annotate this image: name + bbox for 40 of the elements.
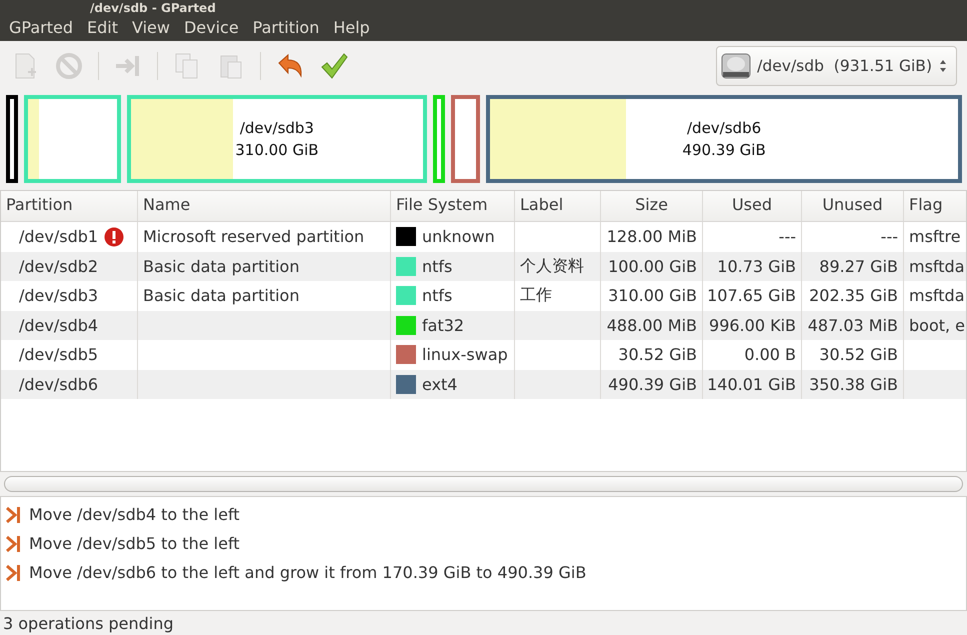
checkmark-icon[interactable] [319, 51, 349, 81]
partition-block[interactable]: /dev/sdb6 490.39 GiB [486, 95, 962, 183]
column-header[interactable]: Used [703, 191, 802, 221]
window-title: /dev/sdb - GParted [90, 2, 216, 14]
partition-block[interactable]: /dev/sdb3 310.00 GiB [126, 95, 428, 183]
partition-block[interactable] [6, 95, 18, 183]
menu-item[interactable]: Edit [80, 18, 125, 37]
file-system-text: ntfs [422, 286, 452, 306]
horizontal-scrollbar[interactable] [4, 476, 963, 492]
device-selector[interactable]: /dev/sdb (931.51 GiB) [716, 46, 957, 86]
column-header[interactable]: Partition [1, 191, 138, 221]
column-header[interactable]: Size [601, 191, 703, 221]
column-header[interactable]: Label [515, 191, 601, 221]
operation-text: Move /dev/sdb5 to the left [29, 534, 240, 553]
operation-icon [5, 562, 23, 582]
menu-item[interactable]: Partition [246, 18, 326, 37]
partition-label: /dev/sdb3 310.00 GiB [234, 118, 320, 161]
table-cell: 140.01 GiB [703, 370, 802, 399]
file-system-text: unknown [422, 227, 495, 246]
menu-item[interactable]: View [124, 18, 177, 37]
file-system-text: ntfs [422, 256, 452, 276]
table-cell: 490.39 GiB [601, 370, 703, 399]
column-header[interactable]: Flag [904, 191, 966, 221]
menu-item[interactable]: GParted [2, 18, 80, 37]
file-system-text: fat32 [422, 316, 464, 335]
menu-item[interactable]: Help [326, 18, 377, 37]
column-header[interactable]: File System [391, 191, 515, 221]
table-cell: /dev/sdb6 [1, 370, 138, 399]
operation-icon [5, 534, 23, 554]
column-header[interactable]: Name [138, 191, 391, 221]
table-cell: 350.38 GiB [802, 370, 904, 399]
menu-item[interactable]: Device [176, 18, 246, 37]
file-system-text: linux-swap [422, 345, 508, 364]
operation-icon [5, 504, 23, 524]
partition-label: /dev/sdb6 490.39 GiB [681, 118, 767, 161]
operation-text: Move /dev/sdb6 to the left and grow it from 170.39 GiB to 490.39 GiB [29, 563, 586, 582]
file-system-text: ext4 [422, 374, 458, 394]
column-header[interactable]: Unused [802, 191, 904, 221]
status-text: 3 operations pending [3, 614, 174, 632]
operation-text: Move /dev/sdb4 to the left [29, 505, 240, 524]
